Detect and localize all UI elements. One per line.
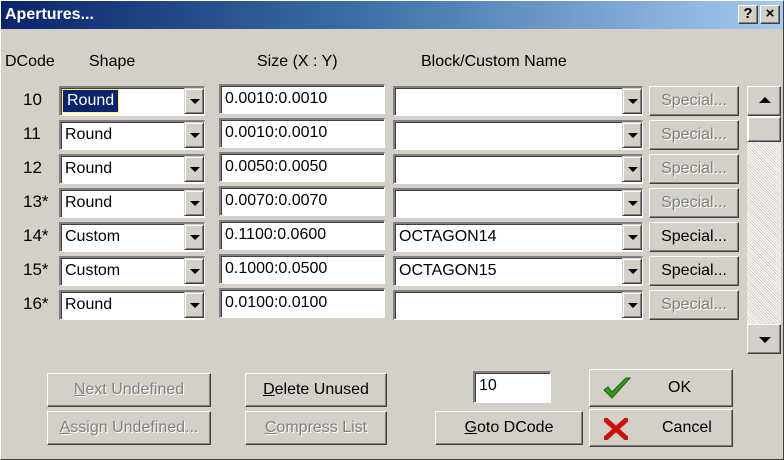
scroll-down-button[interactable] [747, 324, 781, 354]
block-name-select[interactable]: OCTAGON15 [393, 256, 643, 286]
header-dcode: DCode [5, 53, 55, 70]
block-name-select[interactable] [393, 290, 643, 320]
chevron-down-icon[interactable] [184, 122, 204, 148]
size-input[interactable]: 0.0100:0.0100 [219, 288, 385, 318]
dcode-label: 15* [23, 260, 49, 279]
special-button[interactable]: Special... [649, 290, 739, 320]
checkmark-icon [603, 377, 632, 399]
scroll-thumb[interactable] [747, 116, 781, 142]
shape-value: Custom [65, 262, 121, 279]
shape-select[interactable]: Round [59, 120, 205, 150]
block-name-value: OCTAGON14 [399, 228, 497, 245]
goto-dcode-button[interactable]: Goto DCode [435, 411, 583, 445]
size-input[interactable]: 0.0010:0.0010 [219, 118, 385, 148]
chevron-down-icon[interactable] [622, 224, 642, 250]
special-button[interactable]: Special... [649, 222, 739, 252]
next-undefined-button[interactable]: Next Undefined [47, 373, 211, 407]
vertical-scrollbar[interactable] [747, 86, 781, 354]
shape-value: Round [61, 89, 120, 113]
delete-unused-button[interactable]: Delete Unused [245, 373, 387, 407]
chevron-down-icon[interactable] [622, 88, 642, 114]
special-button[interactable]: Special... [649, 154, 739, 184]
cancel-label: Cancel [662, 419, 712, 436]
apertures-dialog: Apertures... ? × DCode Shape Size (X : Y… [0, 0, 784, 460]
shape-select[interactable]: Round [59, 290, 205, 320]
compress-list-button[interactable]: Compress List [245, 411, 387, 445]
shape-value: Custom [65, 228, 121, 245]
help-button[interactable]: ? [738, 5, 758, 24]
shape-value: Round [65, 296, 113, 313]
dcode-label: 14* [23, 226, 49, 245]
close-button[interactable]: × [760, 5, 780, 24]
shape-select[interactable]: Round [59, 188, 205, 218]
shape-select[interactable]: Round [59, 154, 205, 184]
block-name-select[interactable] [393, 120, 643, 150]
title-bar: Apertures... ? × [1, 1, 783, 29]
chevron-down-icon[interactable] [184, 292, 204, 318]
block-name-select[interactable]: OCTAGON14 [393, 222, 643, 252]
header-block-name: Block/Custom Name [421, 53, 567, 70]
window-title: Apertures... [5, 6, 94, 23]
cancel-button[interactable]: Cancel [589, 409, 733, 447]
chevron-down-icon[interactable] [184, 156, 204, 182]
dcode-label: 11 [23, 124, 41, 143]
scroll-up-button[interactable] [747, 86, 781, 116]
header-size: Size (X : Y) [257, 53, 338, 70]
dcode-label: 10 [23, 90, 42, 109]
goto-dcode-input[interactable]: 10 [473, 371, 551, 403]
dcode-label: 12 [23, 158, 42, 177]
special-button[interactable]: Special... [649, 86, 739, 116]
header-shape: Shape [89, 53, 136, 70]
shape-select[interactable]: Custom [59, 222, 205, 252]
chevron-down-icon[interactable] [184, 88, 204, 114]
chevron-down-icon[interactable] [622, 190, 642, 216]
size-input[interactable]: 0.1100:0.0600 [219, 220, 385, 250]
block-name-select[interactable] [393, 154, 643, 184]
chevron-down-icon[interactable] [184, 190, 204, 216]
chevron-down-icon[interactable] [184, 224, 204, 250]
size-input[interactable]: 0.0070:0.0070 [219, 186, 385, 216]
shape-select[interactable]: Round [59, 86, 205, 116]
size-input[interactable]: 0.0050:0.0050 [219, 152, 385, 182]
ok-button[interactable]: OK [589, 369, 733, 407]
block-name-value: OCTAGON15 [399, 262, 497, 279]
size-input[interactable]: 0.0010:0.0010 [219, 84, 385, 114]
special-button[interactable]: Special... [649, 188, 739, 218]
block-name-select[interactable] [393, 86, 643, 116]
dcode-label: 16* [23, 294, 49, 313]
chevron-down-icon[interactable] [622, 122, 642, 148]
ok-label: OK [668, 379, 692, 396]
special-button[interactable]: Special... [649, 256, 739, 286]
assign-undefined-button[interactable]: Assign Undefined... [47, 411, 211, 445]
size-input[interactable]: 0.1000:0.0500 [219, 254, 385, 284]
shape-value: Round [65, 126, 113, 143]
special-button[interactable]: Special... [649, 120, 739, 150]
shape-value: Round [65, 194, 113, 211]
cross-icon [604, 418, 628, 440]
chevron-down-icon[interactable] [622, 292, 642, 318]
block-name-select[interactable] [393, 188, 643, 218]
chevron-down-icon[interactable] [184, 258, 204, 284]
chevron-down-icon[interactable] [622, 156, 642, 182]
chevron-down-icon[interactable] [622, 258, 642, 284]
dcode-label: 13* [23, 192, 49, 211]
shape-select[interactable]: Custom [59, 256, 205, 286]
shape-value: Round [65, 160, 113, 177]
